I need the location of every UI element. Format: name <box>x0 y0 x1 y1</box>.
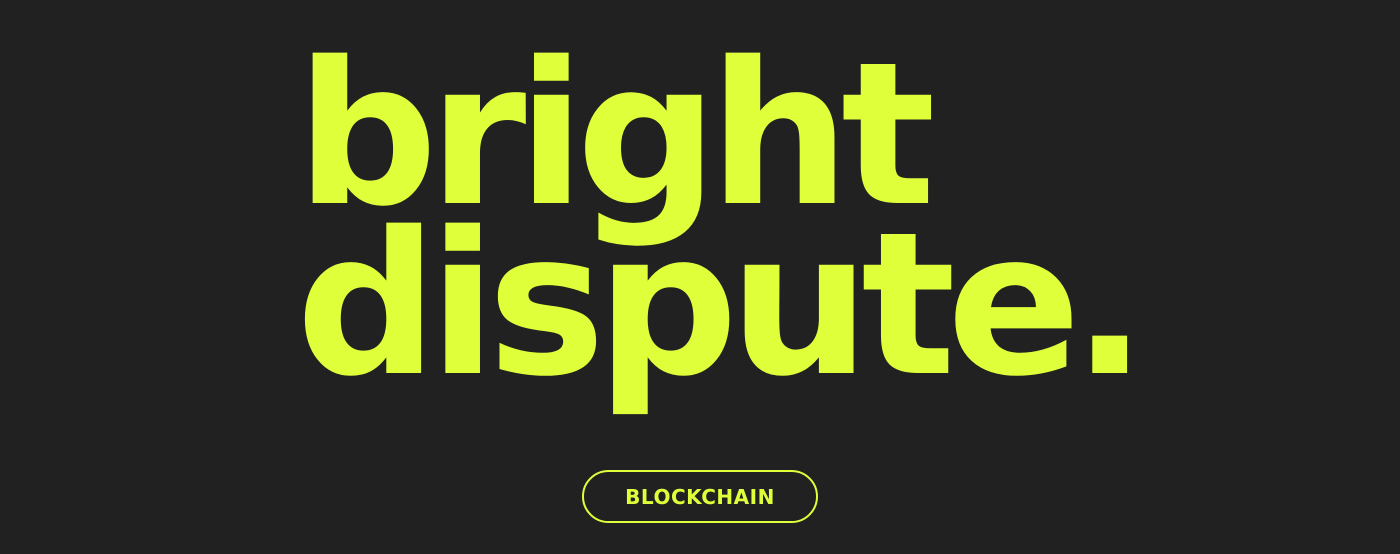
headline: bright dispute. <box>296 36 1176 420</box>
headline-line-2: dispute. <box>296 189 1147 420</box>
hero-banner: bright dispute. BLOCKCHAIN <box>0 0 1400 554</box>
tag-label: BLOCKCHAIN <box>625 484 775 509</box>
blockchain-tag-button[interactable]: BLOCKCHAIN <box>582 470 818 523</box>
